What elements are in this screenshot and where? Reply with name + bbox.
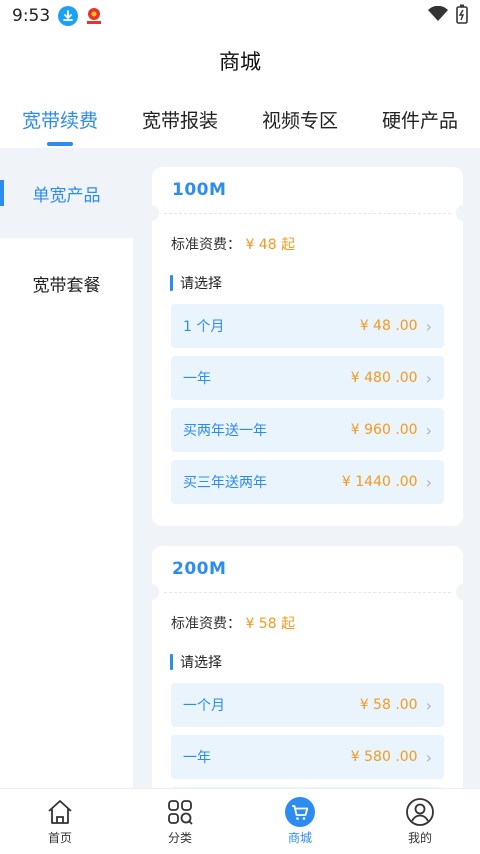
plan-option-price: ¥ 1440 .00: [341, 474, 418, 490]
category-icon: [165, 797, 195, 827]
plan-option-label: 买三年送两年: [183, 475, 267, 491]
nav-profile[interactable]: 我的: [360, 789, 480, 854]
nav-label: 商城: [287, 831, 312, 845]
chevron-right-icon: ›: [425, 316, 432, 336]
card-notch-right: [456, 205, 470, 221]
standard-price-label: 标准资费：: [171, 237, 241, 253]
nav-mall[interactable]: 商城: [240, 789, 360, 854]
tab-bar: 宽带续费 宽带报装 视频专区 硬件产品: [0, 90, 480, 148]
choose-label: 请选择: [170, 653, 463, 671]
card-notch-right: [456, 584, 470, 600]
chevron-right-icon: ›: [425, 747, 432, 767]
nav-label: 首页: [47, 831, 72, 845]
product-card: 100M 标准资费： ¥ 48 起 请选择 1 个月 ¥ 48 .00 › 一年…: [145, 167, 470, 526]
plan-option[interactable]: 一个月 ¥ 58 .00 ›: [171, 683, 444, 727]
status-bar: 9:53: [0, 0, 480, 32]
status-time: 9:53: [12, 6, 51, 26]
plan-option[interactable]: 1 个月 ¥ 48 .00 ›: [171, 304, 444, 348]
choose-label: 请选择: [170, 274, 463, 292]
tab-hardware[interactable]: 硬件产品: [360, 90, 480, 148]
plan-option[interactable]: 买三年送两年 ¥ 1440 .00 ›: [171, 460, 444, 504]
plan-option-price: ¥ 480 .00: [350, 370, 418, 386]
plan-option-price: ¥ 580 .00: [350, 749, 418, 765]
sidebar-item-single-broadband[interactable]: 单宽产品: [0, 148, 133, 238]
header: 商城: [0, 32, 480, 90]
plan-option-label: 1 个月: [183, 319, 225, 335]
user-icon: [405, 797, 435, 827]
plan-option-label: 买两年送一年: [183, 423, 267, 439]
nav-category[interactable]: 分类: [120, 789, 240, 854]
main-area: 单宽产品 宽带套餐 100M 标准资费： ¥ 48 起 请选择 1 个月 ¥ 4…: [0, 148, 480, 788]
chevron-right-icon: ›: [425, 472, 432, 492]
sidebar-item-broadband-package[interactable]: 宽带套餐: [0, 238, 133, 328]
plan-option[interactable]: 一年 ¥ 480 .00 ›: [171, 356, 444, 400]
nav-label: 我的: [407, 831, 432, 845]
plan-option-price: ¥ 960 .00: [350, 422, 418, 438]
home-icon: [45, 797, 75, 827]
plan-option-label: 一个月: [183, 698, 225, 714]
plan-option[interactable]: 一年 ¥ 580 .00 ›: [171, 735, 444, 779]
page-title: 商城: [219, 50, 261, 74]
nav-label: 分类: [167, 831, 192, 845]
tab-broadband-install[interactable]: 宽带报装: [120, 90, 240, 148]
product-title: 100M: [172, 180, 227, 200]
nav-home[interactable]: 首页: [0, 789, 120, 854]
tab-broadband-renew[interactable]: 宽带续费: [0, 90, 120, 148]
standard-price-row: 标准资费： ¥ 58 起: [152, 593, 463, 633]
chevron-right-icon: ›: [425, 420, 432, 440]
product-title: 200M: [172, 559, 227, 579]
battery-icon: [456, 4, 468, 28]
chevron-right-icon: ›: [425, 695, 432, 715]
cart-icon: [285, 797, 315, 827]
plan-option-price: ¥ 48 .00: [359, 318, 418, 334]
standard-price-row: 标准资费： ¥ 48 起: [152, 214, 463, 254]
plan-option-price: ¥ 58 .00: [359, 697, 418, 713]
plan-option-label: 一年: [183, 750, 211, 766]
product-card: 200M 标准资费： ¥ 58 起 请选择 一个月 ¥ 58 .00 › 一年 …: [145, 546, 470, 788]
standard-price-value: ¥ 58 起: [245, 616, 296, 632]
card-notch-left: [145, 584, 159, 600]
product-list[interactable]: 100M 标准资费： ¥ 48 起 请选择 1 个月 ¥ 48 .00 › 一年…: [145, 148, 470, 788]
tab-video-zone[interactable]: 视频专区: [240, 90, 360, 148]
wifi-icon: [428, 5, 448, 26]
download-icon: [58, 6, 79, 26]
sidebar-fill: [0, 328, 133, 788]
plan-option[interactable]: 买两年送一年 ¥ 960 .00 ›: [171, 408, 444, 452]
card-notch-left: [145, 205, 159, 221]
chevron-right-icon: ›: [425, 368, 432, 388]
standard-price-label: 标准资费：: [171, 616, 241, 632]
standard-price-value: ¥ 48 起: [245, 237, 296, 253]
sidebar: 单宽产品 宽带套餐: [0, 148, 133, 788]
bottom-nav: 首页 分类 商城 我的: [0, 788, 480, 854]
plan-option-label: 一年: [183, 371, 211, 387]
status-indicators: [428, 4, 468, 28]
app-notification-icon: [84, 6, 105, 26]
